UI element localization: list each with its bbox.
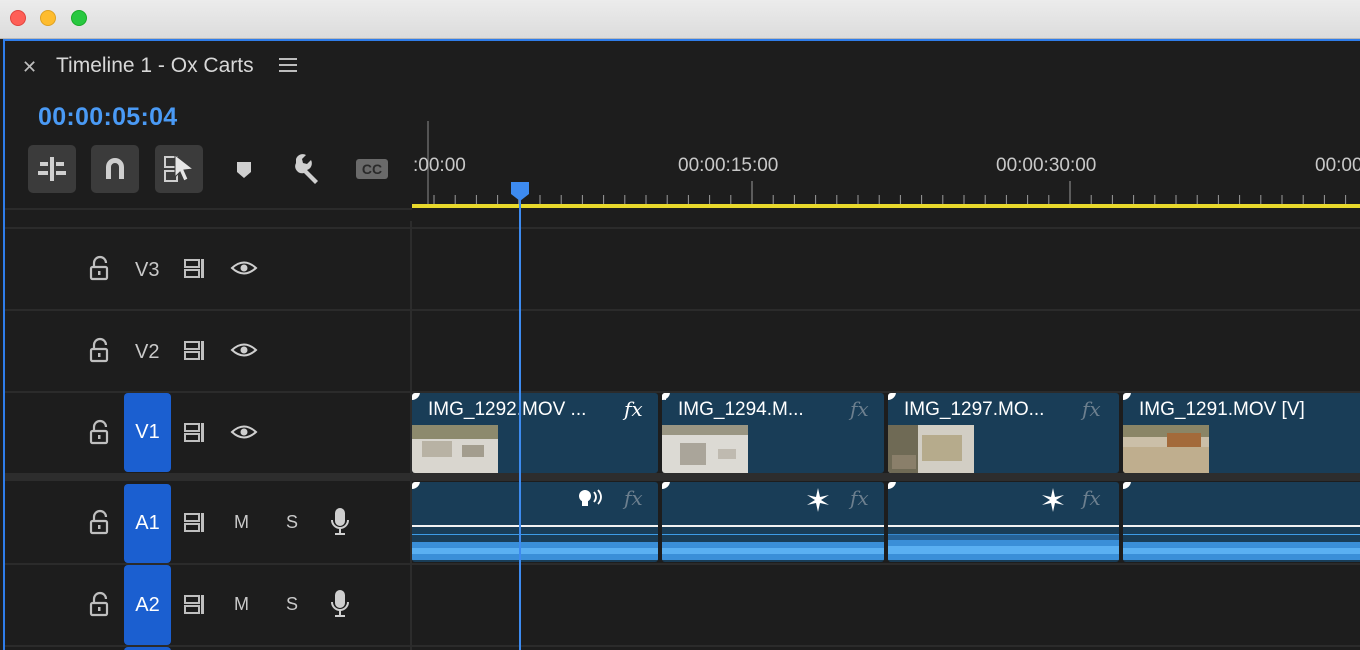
lock-icon[interactable]: [89, 336, 111, 364]
track-header-v2[interactable]: V2: [5, 311, 410, 391]
source-patch-v1[interactable]: V1: [124, 393, 171, 472]
captions-label: CC: [362, 161, 382, 177]
ruler-label-15s: 00:00:15:00: [678, 155, 779, 176]
clip-start-marker: [1123, 482, 1131, 489]
clip-start-marker: [888, 393, 896, 400]
ruler-label-0: :00:00: [413, 155, 466, 176]
audio-waveform: [1123, 534, 1360, 560]
fx-badge-icon[interactable]: fx: [624, 486, 643, 510]
clip-start-marker: [662, 482, 670, 489]
clip-thumbnail: [662, 425, 748, 473]
eye-icon[interactable]: [230, 259, 258, 277]
timeline-settings-button[interactable]: [287, 145, 327, 193]
track-header-v1[interactable]: V1: [5, 393, 410, 473]
timeline-panel: ✕ Timeline 1 - Ox Carts 00:00:05:04 CC:…: [3, 39, 1360, 650]
sync-lock-icon[interactable]: [183, 421, 209, 443]
track-header-v3[interactable]: V3: [5, 229, 410, 309]
clip-name: IMG_1291.MOV [V]: [1139, 399, 1305, 420]
wrench-icon: [295, 154, 318, 184]
ruler-label-30s: 00:00:30:00: [996, 155, 1097, 176]
solo-track-button[interactable]: S: [286, 512, 298, 533]
track-label: V3: [135, 259, 160, 281]
lock-icon[interactable]: [89, 418, 111, 446]
microphone-icon[interactable]: [330, 506, 350, 538]
maximize-window-button[interactable]: [71, 10, 87, 26]
video-clip[interactable]: IMG_1292.MOV ... fx: [412, 393, 658, 473]
work-area-bar[interactable]: [412, 204, 1360, 208]
marker-icon: [237, 162, 251, 178]
panel-menu-icon[interactable]: [279, 58, 297, 76]
eye-icon[interactable]: [230, 423, 258, 441]
fx-badge-icon[interactable]: fx: [1082, 397, 1101, 421]
playhead-timecode[interactable]: 00:00:05:04: [38, 103, 178, 132]
linked-selection-button[interactable]: [155, 145, 203, 193]
close-window-button[interactable]: [10, 10, 26, 26]
audio-clip[interactable]: fx: [888, 482, 1119, 562]
track-header-a2[interactable]: A2 M S: [5, 565, 410, 645]
snap-button[interactable]: [91, 145, 139, 193]
insert-nest-icon: [38, 157, 66, 181]
clip-thumbnail: [888, 425, 974, 473]
audio-clip[interactable]: [1123, 482, 1360, 562]
audio-clip[interactable]: fx: [412, 482, 658, 562]
mute-track-button[interactable]: M: [234, 512, 249, 533]
track-label: V2: [135, 341, 160, 363]
captions-icon: CC: [356, 159, 388, 179]
clip-name: IMG_1292.MOV ...: [428, 399, 587, 420]
header-divider: [5, 208, 412, 210]
clip-start-marker: [412, 482, 420, 489]
ruler-label-45s: 00:00: [1315, 155, 1360, 176]
playhead-line[interactable]: [519, 196, 521, 650]
fx-badge-icon[interactable]: fx: [850, 486, 869, 510]
sync-lock-icon[interactable]: [183, 593, 209, 615]
lock-icon[interactable]: [89, 254, 111, 282]
clip-start-marker: [888, 482, 896, 489]
clip-start-marker: [1123, 393, 1131, 400]
sparkle-icon[interactable]: [806, 488, 830, 512]
minimize-window-button[interactable]: [40, 10, 56, 26]
time-ruler[interactable]: :00:00 00:00:15:00 00:00:30:00 00:00: [412, 121, 1360, 211]
panel-title[interactable]: Timeline 1 - Ox Carts: [56, 54, 254, 78]
clip-start-marker: [412, 393, 420, 400]
track-header-a1[interactable]: A1 M S: [5, 482, 410, 563]
audio-waveform: [662, 534, 884, 560]
speech-icon[interactable]: [576, 488, 606, 510]
source-patch-a2[interactable]: A2: [124, 565, 171, 645]
fx-badge-icon[interactable]: fx: [850, 397, 869, 421]
lock-icon[interactable]: [89, 590, 111, 618]
clip-thumbnail: [1123, 425, 1209, 473]
fx-badge-icon[interactable]: fx: [624, 397, 643, 421]
fx-badge-icon[interactable]: fx: [1082, 486, 1101, 510]
video-clip[interactable]: IMG_1294.M... fx: [662, 393, 884, 473]
audio-clip[interactable]: fx: [662, 482, 884, 562]
insert-nest-button[interactable]: [28, 145, 76, 193]
linked-selection-icon: [164, 153, 195, 182]
ruler-ticks: [412, 121, 1360, 208]
sparkle-icon[interactable]: [1041, 488, 1065, 512]
lock-icon[interactable]: [89, 508, 111, 536]
microphone-icon[interactable]: [330, 588, 350, 620]
clip-end-marker: [662, 393, 666, 400]
video-clip[interactable]: IMG_1291.MOV [V]: [1123, 393, 1360, 473]
mute-track-button[interactable]: M: [234, 594, 249, 615]
captions-button[interactable]: CC: [353, 145, 393, 193]
sync-lock-icon[interactable]: [183, 511, 209, 533]
solo-track-button[interactable]: S: [286, 594, 298, 615]
clip-name: IMG_1297.MO...: [904, 399, 1045, 420]
window-titlebar: [0, 0, 1360, 39]
audio-waveform: [412, 534, 658, 560]
audio-waveform: [888, 534, 1119, 560]
track-divider: [5, 645, 1360, 647]
video-audio-divider[interactable]: [5, 473, 1360, 481]
snap-magnet-icon: [106, 158, 124, 179]
sync-lock-icon[interactable]: [183, 257, 209, 279]
source-patch-a1[interactable]: A1: [124, 484, 171, 563]
clip-name: IMG_1294.M...: [678, 399, 804, 420]
add-marker-button[interactable]: [224, 145, 264, 193]
eye-icon[interactable]: [230, 341, 258, 359]
clip-thumbnail: [412, 425, 498, 473]
close-tab-icon[interactable]: ✕: [22, 57, 37, 78]
video-clip[interactable]: IMG_1297.MO... fx: [888, 393, 1119, 473]
sync-lock-icon[interactable]: [183, 339, 209, 361]
